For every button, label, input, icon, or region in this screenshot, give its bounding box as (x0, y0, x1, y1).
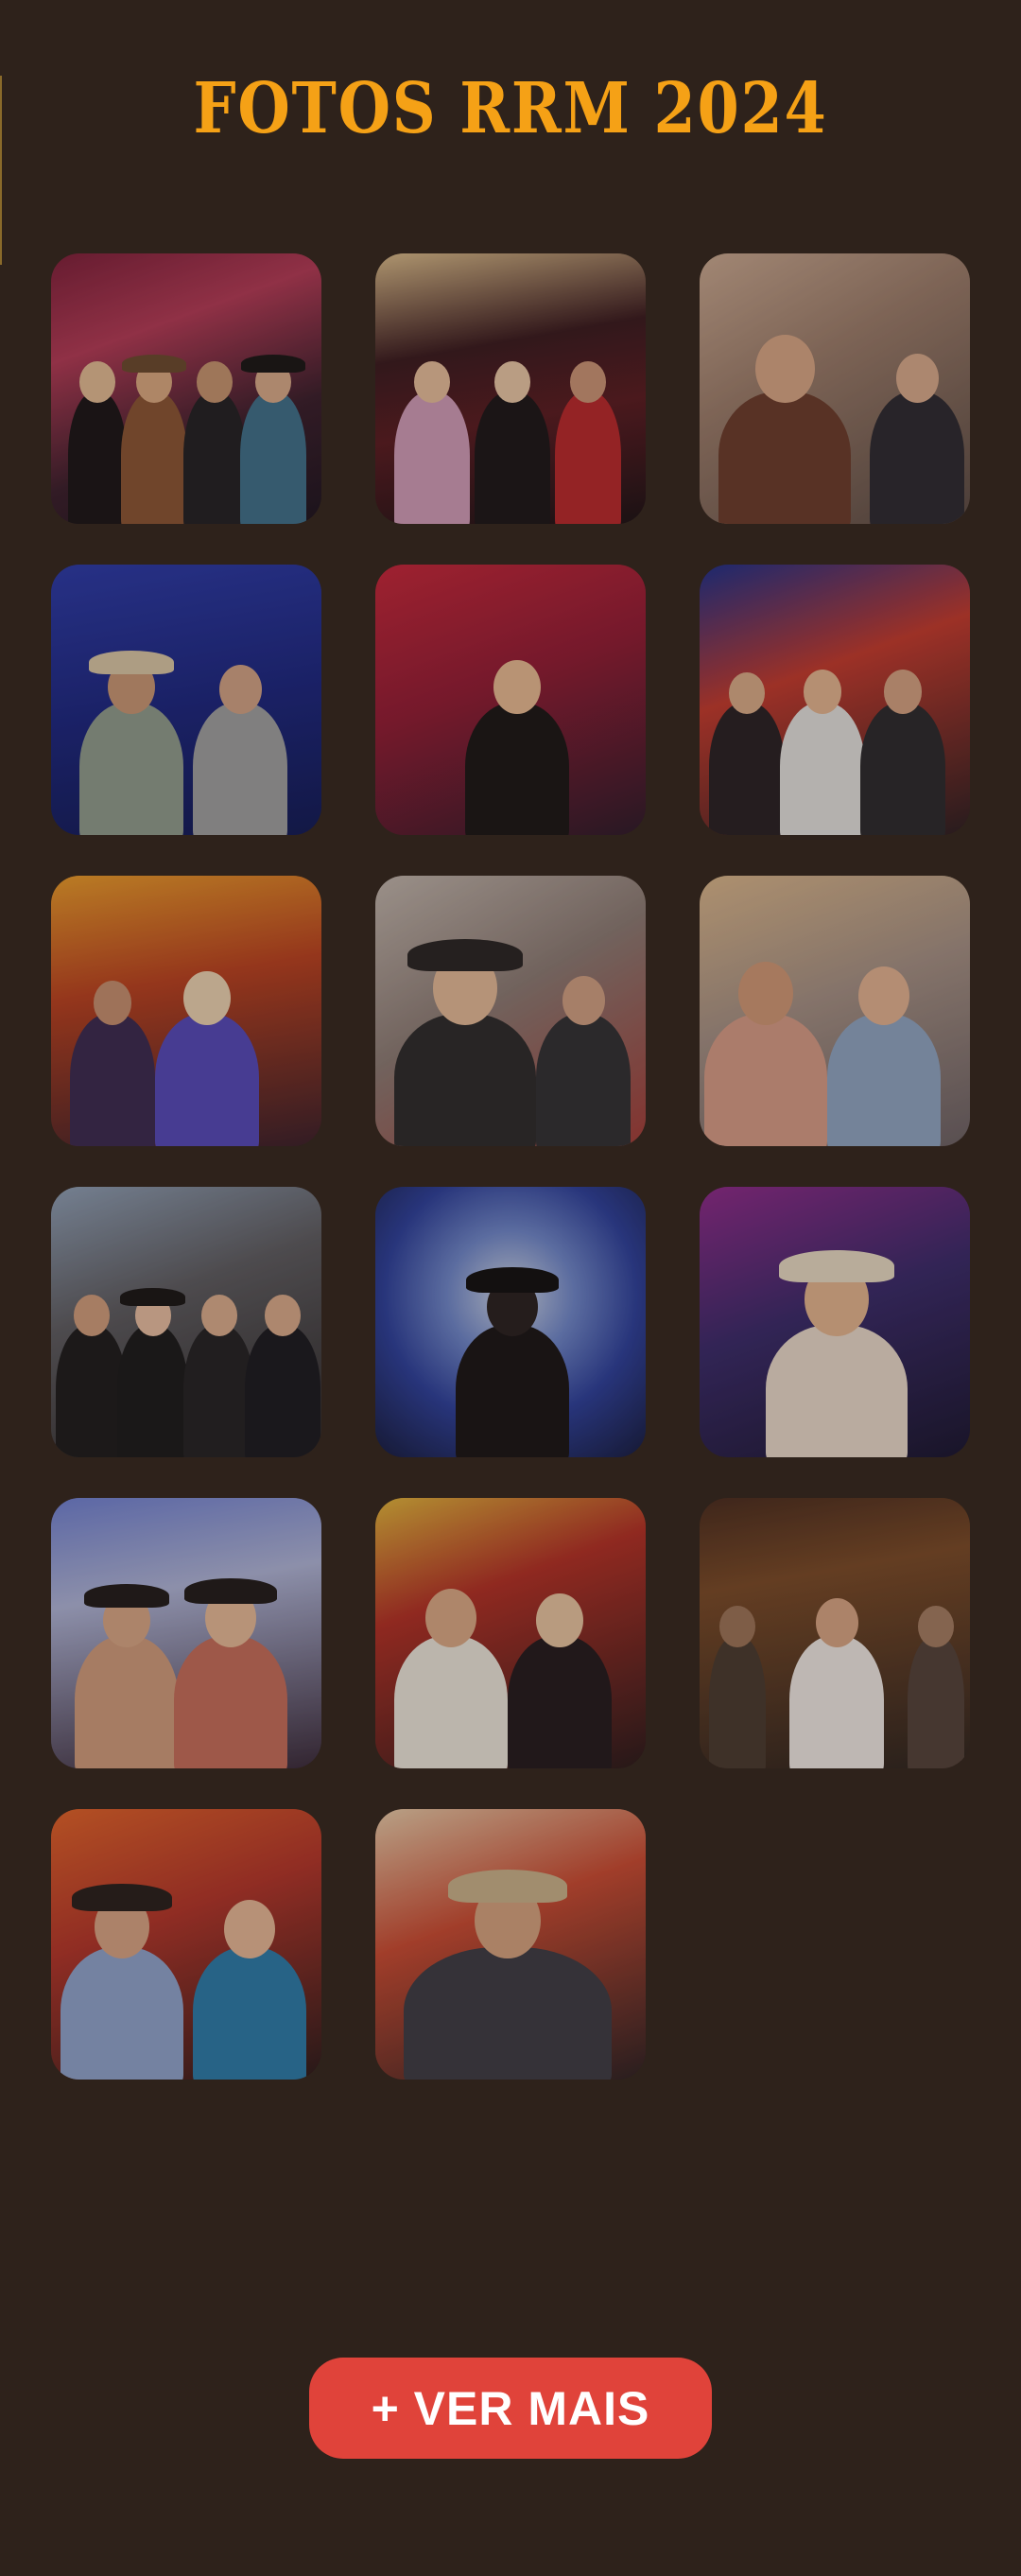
gallery-photo[interactable] (700, 876, 970, 1146)
gallery-photo[interactable] (51, 1187, 321, 1457)
photo-overlay (51, 1498, 321, 1768)
photo-overlay (375, 1498, 646, 1768)
photo-overlay (51, 1187, 321, 1457)
photo-overlay (51, 876, 321, 1146)
gallery-photo[interactable] (51, 1498, 321, 1768)
decorative-edge-line (0, 76, 2, 265)
gallery-photo[interactable] (375, 1187, 646, 1457)
gallery-photo[interactable] (375, 876, 646, 1146)
photo-overlay (700, 876, 970, 1146)
photo-overlay (375, 1187, 646, 1457)
photo-overlay (375, 1809, 646, 2080)
photo-overlay (700, 1187, 970, 1457)
gallery-photo[interactable] (375, 1498, 646, 1768)
see-more-button[interactable]: + VER MAIS (309, 2358, 712, 2459)
gallery-photo[interactable] (51, 876, 321, 1146)
gallery-photo[interactable] (700, 565, 970, 835)
gallery-photo[interactable] (375, 565, 646, 835)
photo-overlay (700, 565, 970, 835)
gallery-photo[interactable] (375, 1809, 646, 2080)
photo-overlay (51, 1809, 321, 2080)
gallery-photo[interactable] (700, 253, 970, 524)
photo-overlay (700, 253, 970, 524)
gallery-photo[interactable] (375, 253, 646, 524)
gallery-photo[interactable] (700, 1498, 970, 1768)
gallery-photo[interactable] (700, 1187, 970, 1457)
photo-overlay (375, 876, 646, 1146)
photo-gallery (51, 253, 970, 2080)
gallery-photo[interactable] (51, 565, 321, 835)
photo-overlay (51, 565, 321, 835)
photo-overlay (51, 253, 321, 524)
photo-overlay (375, 253, 646, 524)
photo-overlay (375, 565, 646, 835)
photo-overlay (700, 1498, 970, 1768)
gallery-photo[interactable] (51, 253, 321, 524)
page-title: FOTOS RRM 2024 (193, 68, 828, 149)
gallery-photo[interactable] (51, 1809, 321, 2080)
